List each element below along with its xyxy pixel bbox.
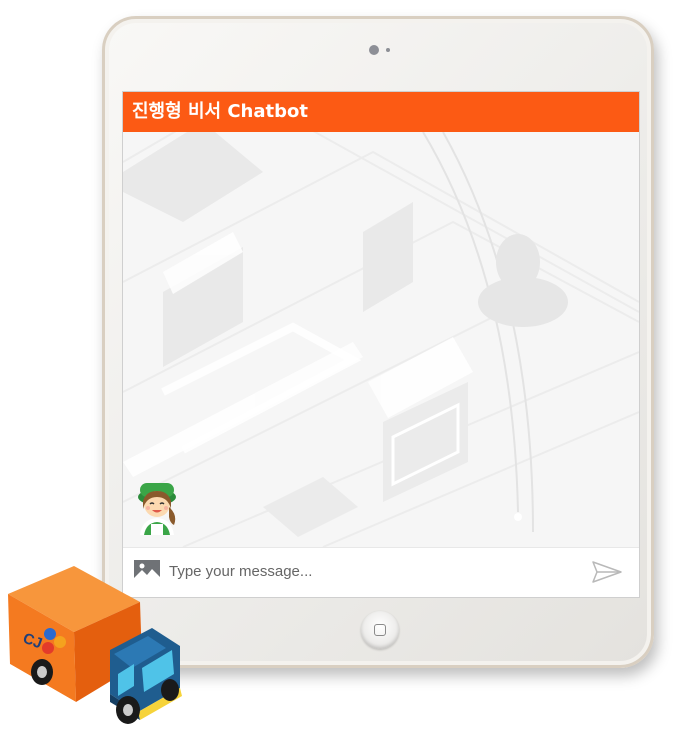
home-button-icon xyxy=(374,624,386,636)
background-illustration xyxy=(123,132,639,547)
message-input[interactable] xyxy=(169,556,569,586)
camera-icon xyxy=(343,41,403,59)
delivery-truck-illustration: CJ xyxy=(8,566,182,724)
send-icon[interactable] xyxy=(592,561,622,583)
chat-message-area xyxy=(123,132,639,547)
chatbot-avatar xyxy=(138,483,176,535)
message-input-bar xyxy=(123,547,639,597)
home-button[interactable] xyxy=(361,611,399,649)
chat-window: 진행형 비서 Chatbot xyxy=(122,91,640,598)
chat-header-title: 진행형 비서 Chatbot xyxy=(123,92,639,132)
